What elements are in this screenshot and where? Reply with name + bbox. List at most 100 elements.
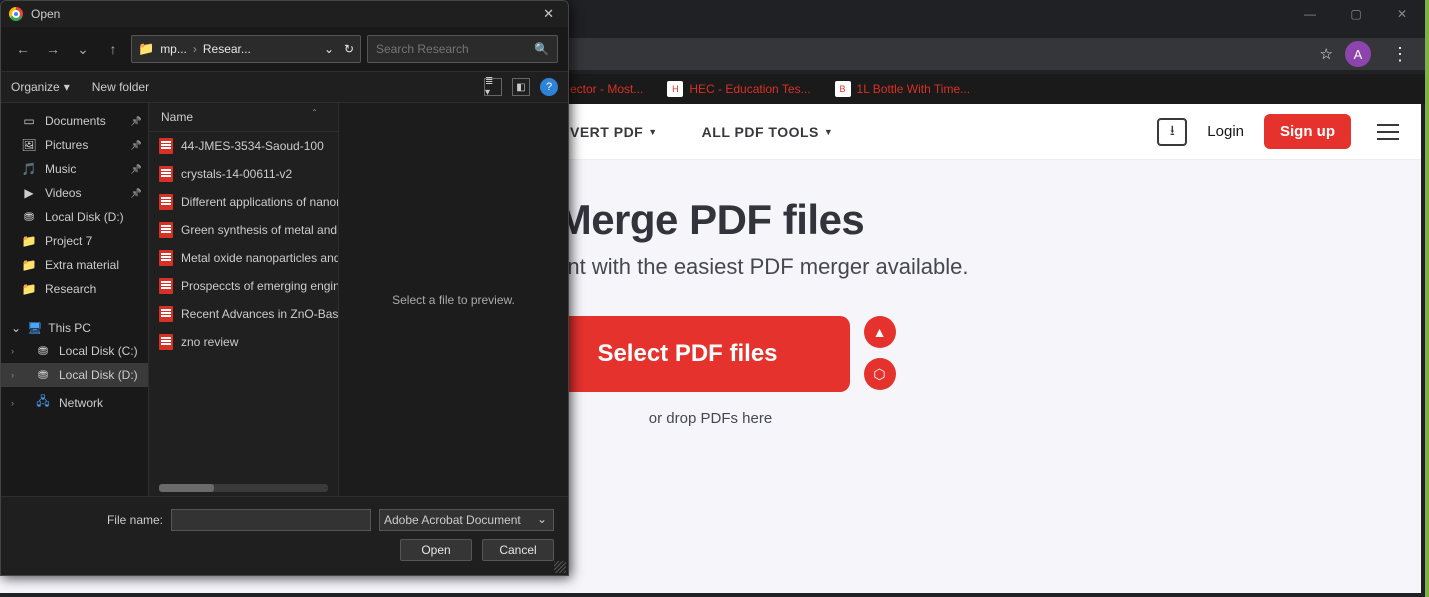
sidebar-item-icon: 📁 (21, 282, 37, 296)
sidebar-drive[interactable]: ›⛃Local Disk (C:) (1, 339, 148, 363)
window-maximize-button[interactable]: ▢ (1333, 0, 1379, 28)
help-icon[interactable]: ? (540, 78, 558, 96)
file-item[interactable]: zno review (149, 328, 338, 356)
dialog-close-button[interactable]: ✕ (537, 4, 560, 24)
nav-back-button[interactable]: ← (11, 41, 35, 57)
file-name-label: Prospeccts of emerging engine (181, 279, 338, 293)
pdf-icon (159, 166, 173, 182)
sidebar-item-label: Local Disk (C:) (59, 344, 138, 358)
sidebar-item-label: Extra material (45, 258, 119, 272)
browser-menu-icon[interactable]: ⋮ (1383, 44, 1417, 65)
profile-avatar[interactable]: A (1345, 41, 1371, 67)
file-item[interactable]: Different applications of nanor (149, 188, 338, 216)
sidebar-item-icon: 🎵 (21, 162, 37, 176)
breadcrumb[interactable]: 📁 mp... › Resear... ⌄ ↻ (131, 35, 361, 63)
window-close-button[interactable]: ✕ (1379, 0, 1425, 28)
file-name-label: Green synthesis of metal and m (181, 223, 338, 237)
sidebar-item-local-disk-d-[interactable]: ⛃Local Disk (D:) (1, 205, 148, 229)
view-mode-button[interactable]: ≣ ▾ (484, 78, 502, 96)
google-drive-button[interactable]: ▲ (864, 316, 896, 348)
bookmark-star-icon[interactable]: ☆ (1320, 45, 1333, 63)
network-icon: 🖧 (35, 392, 51, 413)
dropbox-button[interactable]: ⬡ (864, 358, 896, 390)
search-input[interactable] (376, 42, 532, 56)
filter-label: Adobe Acrobat Document (384, 513, 521, 527)
chevron-icon: ⌄ (11, 321, 21, 335)
cancel-button[interactable]: Cancel (482, 539, 554, 561)
sidebar-item-label: Music (45, 162, 76, 176)
preview-pane: Select a file to preview. (339, 103, 568, 496)
file-item[interactable]: Prospeccts of emerging engine (149, 272, 338, 300)
file-item[interactable]: Recent Advances in ZnO-Based (149, 300, 338, 328)
window-minimize-button[interactable]: — (1287, 0, 1333, 28)
download-desktop-icon[interactable]: ⭳ (1157, 118, 1187, 146)
sort-indicator-icon: ⌃ (311, 108, 318, 117)
file-name-label: zno review (181, 335, 238, 349)
nav-up-button[interactable]: ↑ (101, 41, 125, 57)
sidebar-item-label: Local Disk (D:) (59, 368, 138, 382)
dialog-footer: File name: Adobe Acrobat Document Open C… (1, 496, 568, 575)
bookmark-item[interactable]: ector - Most... (570, 82, 643, 96)
sidebar-item-documents[interactable]: ▭ Documents (1, 109, 148, 133)
bookmark-item[interactable]: B 1L Bottle With Time... (835, 81, 971, 97)
nav-label: VERT PDF (570, 124, 643, 140)
breadcrumb-dropdown-icon[interactable]: ⌄ (324, 42, 334, 56)
nav-all-pdf-tools[interactable]: ALL PDF TOOLS ▼ (702, 124, 834, 140)
caret-down-icon: ▼ (648, 127, 657, 137)
nav-convert-pdf[interactable]: VERT PDF ▼ (570, 124, 658, 140)
sidebar-network[interactable]: ›🖧Network (1, 387, 148, 418)
caret-down-icon: ▼ (824, 127, 833, 137)
refresh-button[interactable]: ↻ (344, 42, 354, 56)
sidebar-item-videos[interactable]: ▶Videos (1, 181, 148, 205)
pdf-icon (159, 278, 173, 294)
chevron-icon: › (11, 370, 14, 380)
sidebar-item-icon: ▭ (21, 114, 37, 128)
file-name-label: Recent Advances in ZnO-Based (181, 307, 338, 321)
pdf-icon (159, 222, 173, 238)
sidebar-this-pc[interactable]: ⌄ 🖥 This PC (1, 315, 148, 339)
sidebar-drive[interactable]: ›⛃Local Disk (D:) (1, 363, 148, 387)
bookmark-label: 1L Bottle With Time... (857, 82, 971, 96)
horizontal-scrollbar[interactable] (159, 484, 328, 492)
sidebar-item-icon: 📁 (21, 258, 37, 272)
chevron-icon: › (11, 398, 14, 408)
sidebar-item-pictures[interactable]: 🖼Pictures (1, 133, 148, 157)
sidebar-item-label: Documents (45, 114, 106, 128)
file-item[interactable]: Green synthesis of metal and m (149, 216, 338, 244)
search-icon[interactable]: 🔍 (534, 42, 549, 56)
sidebar-item-extra-material[interactable]: 📁 Extra material (1, 253, 148, 277)
nav-label: ALL PDF TOOLS (702, 124, 819, 140)
drive-icon: ⛃ (35, 344, 51, 358)
file-name-label: File name: (107, 513, 163, 527)
sidebar-item-research[interactable]: 📁Research (1, 277, 148, 301)
sidebar-item-icon: ⛃ (21, 210, 37, 224)
file-type-filter[interactable]: Adobe Acrobat Document (379, 509, 554, 531)
signup-button[interactable]: Sign up (1264, 114, 1351, 149)
nav-forward-button[interactable]: → (41, 41, 65, 57)
organize-menu[interactable]: Organize ▾ (11, 80, 70, 94)
login-link[interactable]: Login (1207, 123, 1244, 140)
hamburger-menu-icon[interactable] (1377, 124, 1399, 140)
file-name-input[interactable] (171, 509, 371, 531)
sidebar-item-music[interactable]: 🎵 Music (1, 157, 148, 181)
pdf-icon (159, 250, 173, 266)
preview-pane-button[interactable]: ◧ (512, 78, 530, 96)
file-item[interactable]: Metal oxide nanoparticles and (149, 244, 338, 272)
breadcrumb-seg: mp... (160, 42, 187, 56)
file-item[interactable]: crystals-14-00611-v2 (149, 160, 338, 188)
sidebar-item-project-7[interactable]: 📁Project 7 (1, 229, 148, 253)
sidebar-item-label: Videos (45, 186, 81, 200)
open-button[interactable]: Open (400, 539, 472, 561)
nav-recent-button[interactable]: ⌄ (71, 41, 95, 58)
search-box[interactable]: 🔍 (367, 35, 558, 63)
select-pdf-button[interactable]: Select PDF files (525, 316, 849, 392)
new-folder-button[interactable]: New folder (92, 80, 149, 94)
sidebar-item-label: Project 7 (45, 234, 92, 248)
breadcrumb-separator: › (193, 42, 197, 56)
bookmark-item[interactable]: H HEC - Education Tes... (667, 81, 810, 97)
pc-icon: 🖥 (27, 321, 42, 335)
sidebar-item-label: This PC (48, 321, 91, 335)
file-list-header-name[interactable]: Name ⌃ (149, 103, 338, 132)
resize-grip[interactable] (554, 561, 566, 573)
file-item[interactable]: 44-JMES-3534-Saoud-100 (149, 132, 338, 160)
